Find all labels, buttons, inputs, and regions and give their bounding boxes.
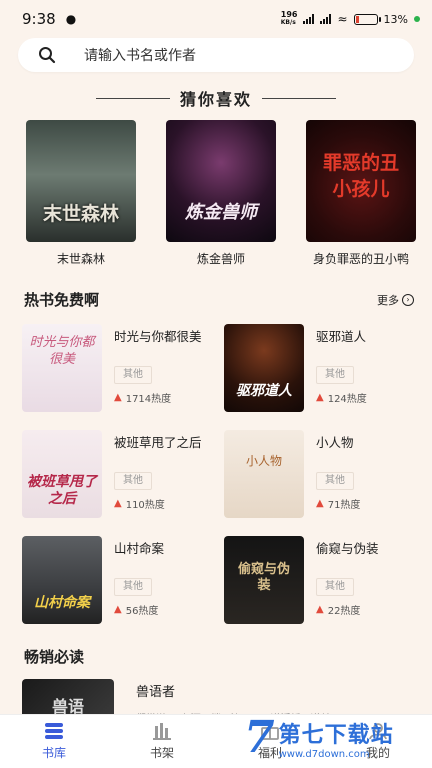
guess-book-card[interactable]: 末世森林 末世森林	[26, 120, 136, 267]
more-button[interactable]: 更多 ›	[377, 292, 414, 308]
book-cover[interactable]: 炼金兽师	[166, 120, 276, 242]
notification-icon: ●	[65, 12, 77, 26]
category-tag: 其他	[316, 366, 354, 384]
library-icon	[45, 723, 63, 739]
guess-book-list: 末世森林 末世森林 炼金兽师 炼金兽师 罪恶的丑小孩儿 身负罪恶的丑小鸭	[0, 120, 432, 267]
book-cover[interactable]: 末世森林	[26, 120, 136, 242]
book-item[interactable]: 山村命案 山村命案 其他 ▲ 56热度	[22, 536, 214, 624]
category-tag: 其他	[114, 578, 152, 596]
battery-percent: 13%	[383, 12, 408, 26]
wifi-icon: ≈	[337, 12, 348, 26]
user-icon	[369, 723, 387, 740]
heat-count: ▲ 110热度	[114, 498, 165, 511]
heat-count: ▲ 124热度	[316, 392, 367, 405]
guess-book-card[interactable]: 罪恶的丑小孩儿 身负罪恶的丑小鸭	[306, 120, 416, 267]
bookshelf-icon	[153, 723, 171, 740]
divider	[95, 97, 170, 99]
category-tag: 其他	[316, 472, 354, 490]
book-cover[interactable]: 偷窥与伪装	[224, 536, 304, 624]
book-item[interactable]: 被班草甩了之后 被班草甩了之后 其他 ▲ 110热度	[22, 430, 214, 518]
book-cover[interactable]: 时光与你都很美	[22, 324, 102, 412]
gift-icon	[261, 727, 279, 740]
net-speed: 196 KB/s	[280, 10, 298, 27]
free-section-header: 热书免费啊 更多 ›	[0, 289, 432, 310]
tab-welfare[interactable]: 福利	[235, 722, 305, 761]
book-title: 末世森林	[56, 252, 105, 266]
book-title: 兽语者	[136, 685, 176, 700]
category-tag: 其他	[316, 578, 354, 596]
heat-count: ▲ 1714热度	[114, 392, 172, 405]
book-title: 炼金兽师	[196, 252, 245, 266]
divider	[262, 97, 336, 99]
free-book-grid: 时光与你都很美 时光与你都很美 其他 ▲ 1714热度 驱邪道人 驱邪道人 其他 …	[0, 324, 432, 624]
section-title: 热书免费啊	[24, 291, 100, 309]
status-time: 9:38	[22, 10, 56, 28]
flame-icon: ▲	[114, 392, 122, 403]
category-tag: 其他	[114, 472, 152, 490]
flame-icon: ▲	[316, 392, 324, 403]
guess-book-card[interactable]: 炼金兽师 炼金兽师	[166, 120, 276, 267]
book-title: 驱邪道人	[316, 329, 367, 344]
flame-icon: ▲	[114, 498, 122, 509]
bottom-tab-bar: 书库 书架 福利 我的	[0, 714, 432, 768]
heat-count: ▲ 71热度	[316, 498, 361, 511]
book-item[interactable]: 时光与你都很美 时光与你都很美 其他 ▲ 1714热度	[22, 324, 214, 412]
book-cover[interactable]: 罪恶的丑小孩儿	[306, 120, 416, 242]
book-title: 时光与你都很美	[114, 329, 202, 344]
flame-icon: ▲	[316, 604, 324, 615]
book-title: 偷窥与伪装	[316, 541, 379, 556]
signal-icon	[320, 14, 332, 24]
search-input[interactable]: 请输入书名或作者	[84, 45, 196, 65]
signal-icon	[303, 14, 315, 24]
book-item[interactable]: 驱邪道人 驱邪道人 其他 ▲ 124热度	[224, 324, 416, 412]
tab-bookshelf[interactable]: 书架	[127, 722, 197, 761]
heat-count: ▲ 22热度	[316, 604, 361, 617]
book-title: 小人物	[316, 435, 354, 450]
bestseller-section-title: 畅销必读	[24, 648, 85, 666]
book-title: 被班草甩了之后	[114, 435, 202, 450]
tab-mine[interactable]: 我的	[343, 722, 413, 761]
book-cover[interactable]: 驱邪道人	[224, 324, 304, 412]
flame-icon: ▲	[316, 498, 324, 509]
chevron-right-icon: ›	[402, 293, 414, 306]
tab-library[interactable]: 书库	[19, 722, 89, 761]
book-item[interactable]: 小人物 小人物 其他 ▲ 71热度	[224, 430, 416, 518]
book-item[interactable]: 偷窥与伪装 偷窥与伪装 其他 ▲ 22热度	[224, 536, 416, 624]
heat-count: ▲ 56热度	[114, 604, 159, 617]
indicator-dot-icon	[414, 16, 420, 22]
flame-icon: ▲	[114, 604, 122, 615]
category-tag: 其他	[114, 366, 152, 384]
search-bar[interactable]: 请输入书名或作者	[18, 38, 414, 72]
status-bar: 9:38 ● 196 KB/s ≈ 13%	[0, 0, 432, 38]
battery-icon	[353, 13, 381, 25]
book-cover[interactable]: 小人物	[224, 430, 304, 518]
book-cover[interactable]: 山村命案	[22, 536, 102, 624]
book-title: 山村命案	[114, 541, 165, 556]
book-cover[interactable]: 被班草甩了之后	[22, 430, 102, 518]
book-title: 身负罪恶的丑小鸭	[312, 252, 409, 266]
search-icon	[39, 47, 56, 64]
guess-section-title: 猜你喜欢	[0, 86, 432, 110]
